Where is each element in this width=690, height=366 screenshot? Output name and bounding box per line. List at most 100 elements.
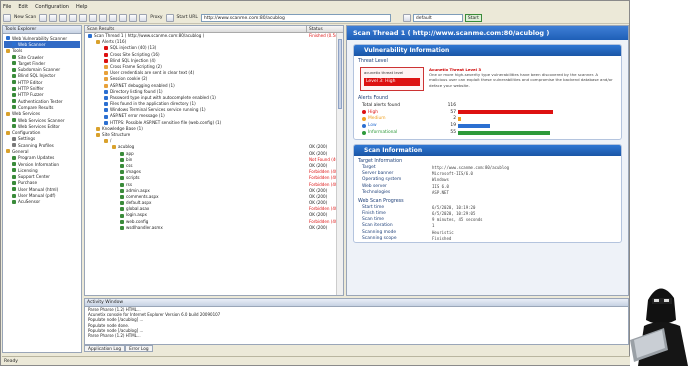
alert-bar: [458, 123, 490, 128]
node-icon: [104, 77, 108, 82]
node-icon: [120, 219, 124, 224]
help-icon[interactable]: [109, 13, 118, 22]
alert-name-cell: High: [362, 110, 444, 115]
report-title: Scan Thread 1 ( http://www.scanme.com:80…: [347, 26, 628, 40]
column-scan-results[interactable]: Scan Results: [85, 26, 307, 32]
alert-name: Medium: [368, 116, 386, 122]
node-icon: [120, 201, 124, 206]
node-icon: [104, 114, 108, 119]
target-info-heading: Target Information: [358, 158, 403, 164]
alert-row: Informational 55: [362, 129, 617, 136]
report-icon[interactable]: [69, 13, 78, 22]
print-icon[interactable]: [59, 13, 68, 22]
node-icon: [104, 120, 108, 125]
new-scan-icon[interactable]: [3, 13, 11, 22]
result-row[interactable]: wsdlhandler.asmx OK (200): [85, 225, 343, 231]
node-icon: [120, 164, 124, 169]
node-icon: [104, 52, 108, 57]
progress-heading: Web Scan Progress: [358, 198, 404, 204]
node-icon: [104, 65, 108, 70]
proxy-button[interactable]: Proxy: [149, 15, 163, 20]
alert-name-cell: Low: [362, 123, 444, 128]
scrollbar-thumb[interactable]: [338, 39, 342, 109]
tool-icon: [12, 99, 16, 104]
alert-count: 2: [453, 116, 456, 122]
node-icon: [104, 139, 108, 144]
info-value: ASP.NET: [432, 189, 449, 195]
menu-edit[interactable]: Edit: [18, 4, 28, 10]
node-icon: [120, 188, 124, 193]
results-scrollbar[interactable]: [336, 33, 343, 295]
open-icon[interactable]: [39, 13, 48, 22]
tools-tree: Web Vulnerability Scanner Web Scanner Tool…: [3, 34, 81, 206]
tab-application-log[interactable]: Application Log: [84, 345, 126, 352]
info-key: Scanning scope: [362, 235, 397, 241]
tools-item-label: Web Services Scanner: [18, 117, 65, 123]
tool-icon: [12, 143, 16, 148]
node-icon: [104, 95, 108, 100]
tool-icon: [12, 67, 16, 72]
node-icon: [120, 225, 124, 230]
tools-item[interactable]: AcuSensor: [4, 199, 80, 205]
node-icon: [96, 133, 100, 138]
column-status[interactable]: Status: [307, 26, 343, 32]
scan-info-card: Scan Information Target Information Targ…: [353, 143, 622, 244]
alert-bar: [458, 110, 553, 115]
menu-file[interactable]: File: [3, 4, 11, 10]
pause-icon[interactable]: [139, 13, 148, 22]
threat-level-value: Level 3: High: [364, 78, 420, 86]
back-icon[interactable]: [119, 13, 128, 22]
tool-icon: [12, 174, 16, 179]
results-header: Scan Results Status: [85, 26, 343, 33]
start-button[interactable]: Start: [464, 13, 482, 22]
alert-count: 57: [450, 109, 456, 115]
tool-icon[interactable]: [99, 13, 108, 22]
progress-list: Start time 6/5/2020, 10:19:20 Finish time 6…: [354, 205, 621, 242]
tools-item-label: Support Center: [18, 174, 50, 180]
tab-error-log[interactable]: Error Log: [125, 345, 153, 352]
tool-icon: [12, 162, 16, 167]
activity-title: Activity Window: [85, 299, 628, 307]
total-alerts-count: 116: [447, 102, 456, 108]
result-label: wsdlhandler.asmx: [126, 224, 163, 230]
stop-icon[interactable]: [165, 13, 174, 22]
alert-name-cell: Medium: [362, 116, 444, 121]
tools-item-label: HTTP Sniffer: [18, 86, 44, 92]
forward-icon[interactable]: [129, 13, 138, 22]
node-icon: [104, 102, 108, 107]
tools-item-label: User Manual (pdf): [18, 193, 56, 199]
tools-item-label: Blind SQL Injector: [18, 73, 56, 79]
tools-item-label: Web Services Editor: [18, 123, 60, 129]
tool-icon: [12, 80, 16, 85]
tool-icon: [12, 55, 16, 60]
alert-name: Low: [368, 123, 377, 129]
node-icon: [120, 157, 124, 162]
hacker-illustration: [630, 288, 688, 366]
activity-line: Parse Pharse (1.2) HTML...: [88, 332, 141, 338]
tools-item-label: Scanning Profiles: [18, 142, 54, 148]
activity-tabs: Application Log Error Log: [84, 345, 153, 352]
new-scan-button[interactable]: New Scan: [13, 15, 37, 20]
settings-icon[interactable]: [79, 13, 88, 22]
tool-icon: [12, 124, 16, 129]
profile-select[interactable]: default: [412, 13, 463, 22]
menu-help[interactable]: Help: [76, 4, 87, 10]
menu-configuration[interactable]: Configuration: [35, 4, 69, 10]
alerts-found-heading: Alerts Found: [358, 96, 389, 101]
alert-row: Medium 2: [362, 116, 617, 123]
tools-item-label: Web Services: [12, 111, 41, 117]
severity-icon: [362, 110, 366, 115]
tools-item-label: Licensing: [18, 167, 38, 173]
tool-icon: [12, 42, 16, 47]
start-url-input[interactable]: http://www.scanme.com:80/acublog: [200, 13, 391, 22]
tool-icon: [12, 73, 16, 78]
node-icon: [120, 182, 124, 187]
node-icon: [120, 151, 124, 156]
tool-icon: [12, 86, 16, 91]
scheduler-icon[interactable]: [89, 13, 98, 22]
threat-level-badge: acunetix threat level Level 3: High: [360, 67, 424, 91]
tools-item-label: Settings: [18, 136, 36, 142]
node-icon: [104, 46, 108, 51]
save-icon[interactable]: [49, 13, 58, 22]
node-icon: [96, 126, 100, 131]
